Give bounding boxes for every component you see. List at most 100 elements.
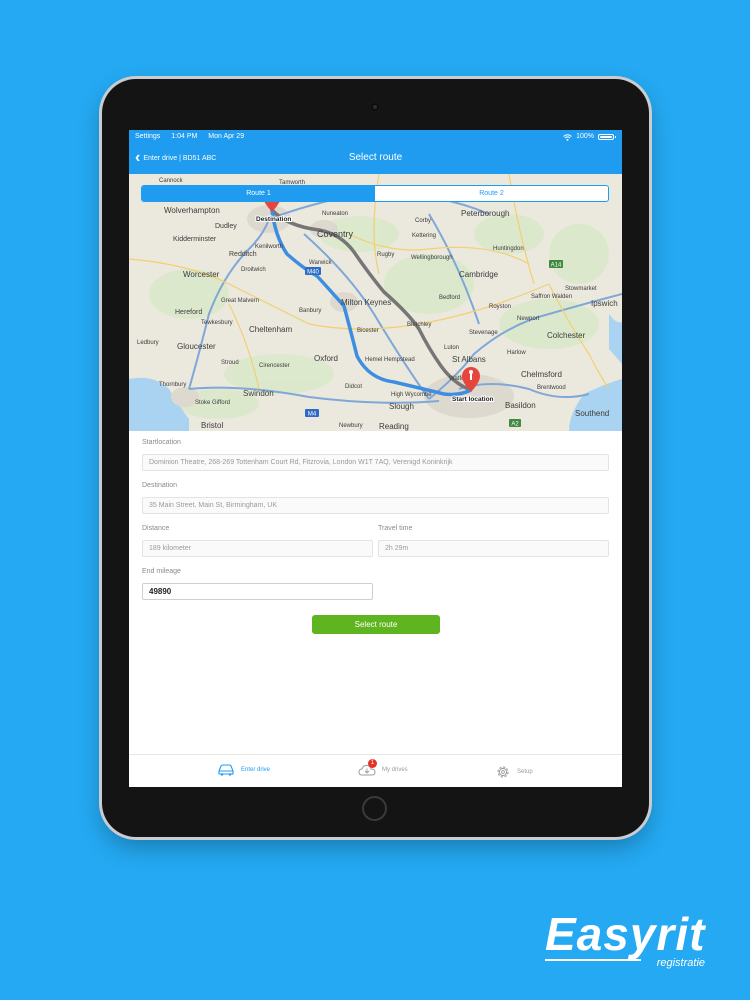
place-label: Harlow [507, 350, 526, 356]
place-label: Royston [489, 304, 511, 310]
road-label-m40: M40 [307, 270, 319, 276]
destination-label: Destination [142, 482, 178, 489]
start-location-map-label: Start location [452, 396, 494, 403]
car-icon [218, 764, 234, 776]
place-label: Great Malvern [221, 298, 259, 304]
place-label: Stoke Gifford [195, 400, 230, 406]
place-label: Wellingborough [411, 255, 453, 261]
place-label: Swindon [243, 389, 274, 398]
tab-my-drives[interactable]: 1 My drives [358, 759, 408, 776]
end-mileage-input[interactable]: 49890 [142, 583, 373, 600]
app-screen: Settings 1:04 PM Mon Apr 29 100% ‹ Enter… [129, 130, 622, 787]
road-label-a2: A2 [511, 422, 519, 428]
place-label: Nuneaton [322, 211, 348, 217]
place-label: Kettering [412, 233, 436, 239]
place-label: Bletchley [407, 322, 431, 328]
travel-time-field: 2h 29m [378, 540, 609, 557]
tab-enter-drive[interactable]: Enter drive [217, 764, 270, 776]
front-camera [371, 103, 379, 111]
home-button[interactable] [362, 796, 387, 821]
status-date: Mon Apr 29 [208, 133, 245, 140]
place-label: Reading [379, 422, 409, 431]
place-label: Colchester [547, 331, 586, 340]
place-label: High Wycombe [391, 392, 432, 398]
place-label: Kidderminster [173, 236, 217, 243]
place-label: Stroud [221, 360, 239, 366]
tab-route-1[interactable]: Route 1 [142, 186, 375, 201]
brand-tagline: registratie [656, 957, 705, 969]
road-label-m4: M4 [308, 412, 317, 418]
status-battery-percent: 100% [576, 133, 594, 140]
place-label: Gloucester [177, 342, 216, 351]
place-label: Coventry [317, 229, 354, 239]
start-location-field: Dominion Theatre, 268-269 Tottenham Cour… [142, 454, 609, 471]
place-label: Saffron Walden [531, 294, 572, 300]
place-label: Cirencester [259, 363, 290, 369]
place-label: Cambridge [459, 270, 499, 279]
route-selector: Route 1 Route 2 [141, 185, 609, 202]
gear-icon [497, 766, 509, 778]
end-mileage-label: End mileage [142, 568, 181, 575]
distance-label: Distance [142, 525, 170, 532]
brand-name: Easyrit [545, 908, 706, 960]
battery-icon [598, 134, 616, 140]
route-map[interactable]: M40 M4 A14 A2 Wolverhampton Dudley Kidde… [129, 174, 622, 431]
place-label: Stowmarket [565, 286, 597, 292]
tab-my-drives-label: My drives [382, 767, 408, 773]
tab-setup[interactable]: Setup [495, 764, 533, 780]
place-label: Slough [389, 402, 414, 411]
place-label: Southend [575, 409, 609, 418]
travel-time-label: Travel time [378, 525, 413, 532]
place-label: Luton [444, 345, 459, 351]
place-label: Warwick [309, 260, 332, 266]
place-label: Peterborough [461, 209, 509, 218]
place-label: Oxford [314, 354, 338, 363]
place-label: Bicester [357, 328, 379, 334]
wifi-icon [563, 133, 572, 141]
road-label-a14: A14 [551, 263, 562, 269]
place-label: Huntingdon [493, 246, 524, 252]
distance-field: 189 kilometer [142, 540, 373, 557]
place-label: Chelmsford [521, 370, 562, 379]
place-label: Thornbury [159, 382, 186, 388]
place-label: Hemel Hempstead [365, 357, 415, 363]
page-title: Select route [348, 152, 403, 163]
navigation-bar: ‹ Enter drive | BD51 ABC Select route [129, 144, 622, 174]
place-label: Milton Keynes [341, 298, 391, 307]
place-label: Stevenage [469, 330, 498, 336]
place-label: Redditch [229, 251, 257, 258]
brand-underline [545, 959, 641, 961]
place-label: Ledbury [137, 340, 159, 346]
place-label: Brentwood [537, 385, 566, 391]
easyrit-logo: Easyrit registratie [545, 908, 715, 969]
tab-route-2[interactable]: Route 2 [375, 186, 608, 201]
place-label: Wolverhampton [164, 206, 220, 215]
tab-enter-drive-label: Enter drive [241, 767, 271, 773]
place-label: Worcester [183, 270, 220, 279]
place-label: Corby [415, 218, 431, 224]
place-label: Cheltenham [249, 325, 292, 334]
place-label: Hereford [175, 309, 202, 316]
status-time: 1:04 PM [171, 133, 198, 140]
place-label: Cannock [159, 178, 184, 184]
status-carrier: Settings [135, 133, 161, 140]
place-label: Bedford [439, 295, 460, 301]
start-location-label: Startlocation [142, 439, 181, 446]
app-header: Settings 1:04 PM Mon Apr 29 100% ‹ Enter… [129, 130, 622, 174]
place-label: St Albans [452, 355, 486, 364]
place-label: Newbury [339, 423, 363, 429]
tablet-frame: Settings 1:04 PM Mon Apr 29 100% ‹ Enter… [102, 79, 649, 837]
destination-field: 35 Main Street, Main St, Birmingham, UK [142, 497, 609, 514]
select-route-button[interactable]: Select route [312, 615, 440, 634]
my-drives-badge: 1 [368, 759, 377, 768]
map-canvas[interactable]: M40 M4 A14 A2 Wolverhampton Dudley Kidde… [129, 174, 622, 431]
place-label: Basildon [505, 401, 536, 410]
place-label: Bristol [201, 421, 223, 430]
place-label: Didcot [345, 384, 362, 390]
place-label: Newport [517, 316, 540, 322]
place-label: Ipswich [591, 299, 618, 308]
status-bar: Settings 1:04 PM Mon Apr 29 100% [129, 130, 622, 144]
bottom-tab-bar: Enter drive 1 My drives Setup [129, 754, 622, 787]
place-label: Tewkesbury [201, 320, 233, 326]
place-label: Banbury [299, 308, 321, 314]
